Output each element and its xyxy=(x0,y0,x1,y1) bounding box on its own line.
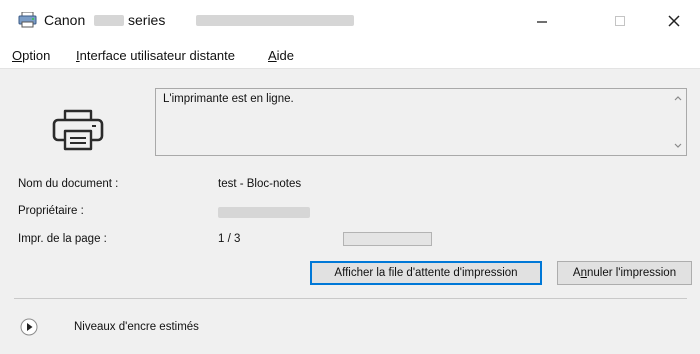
cancel-label: nuler l'impression xyxy=(586,267,677,279)
page-printing-value: 1 / 3 xyxy=(218,233,241,245)
document-name-label: Nom du document : xyxy=(18,178,119,190)
redacted-model-name xyxy=(94,15,124,26)
redacted-owner-value xyxy=(218,207,310,218)
scroll-up-arrow-icon[interactable] xyxy=(672,92,684,104)
expand-ink-levels-button[interactable] xyxy=(20,318,38,336)
menu-remote-ui[interactable]: Interface utilisateur distante xyxy=(76,48,235,63)
maximize-button[interactable] xyxy=(598,8,642,34)
status-message: L'imprimante est en ligne. xyxy=(163,93,294,105)
cancel-printing-button[interactable]: Annuler l'impression xyxy=(557,261,692,285)
minimize-icon xyxy=(537,21,547,23)
close-button[interactable] xyxy=(652,8,696,34)
menu-help[interactable]: Aide xyxy=(268,48,294,63)
maximize-icon xyxy=(615,16,625,26)
show-print-queue-button[interactable]: Afficher la file d'attente d'impression xyxy=(310,261,542,285)
print-progress-bar xyxy=(343,232,432,246)
page-printing-label: Impr. de la page : xyxy=(18,233,107,245)
document-name-value: test - Bloc-notes xyxy=(218,178,302,190)
owner-label: Propriétaire : xyxy=(18,205,84,217)
printer-icon xyxy=(50,105,108,155)
window-title-series: series xyxy=(128,12,166,28)
menu-help-label: ide xyxy=(276,48,295,63)
scroll-down-arrow-icon[interactable] xyxy=(672,140,684,152)
close-icon xyxy=(668,15,680,27)
redacted-printer-name xyxy=(196,15,354,26)
window-title-brand: Canon xyxy=(44,12,86,28)
separator xyxy=(14,298,687,299)
menu-option-label: ption xyxy=(22,48,51,63)
estimated-ink-levels-label: Niveaux d'encre estimés xyxy=(74,321,199,333)
cancel-prefix: A xyxy=(572,267,581,279)
menu-help-accel: A xyxy=(268,48,277,63)
menu-remote-ui-label: nterface utilisateur distante xyxy=(79,48,235,63)
expand-arrow-icon xyxy=(20,318,38,336)
app-printer-icon xyxy=(18,11,38,28)
menu-option-accel: O xyxy=(12,48,23,63)
minimize-button[interactable] xyxy=(520,8,564,34)
menu-option[interactable]: Option xyxy=(12,48,50,63)
